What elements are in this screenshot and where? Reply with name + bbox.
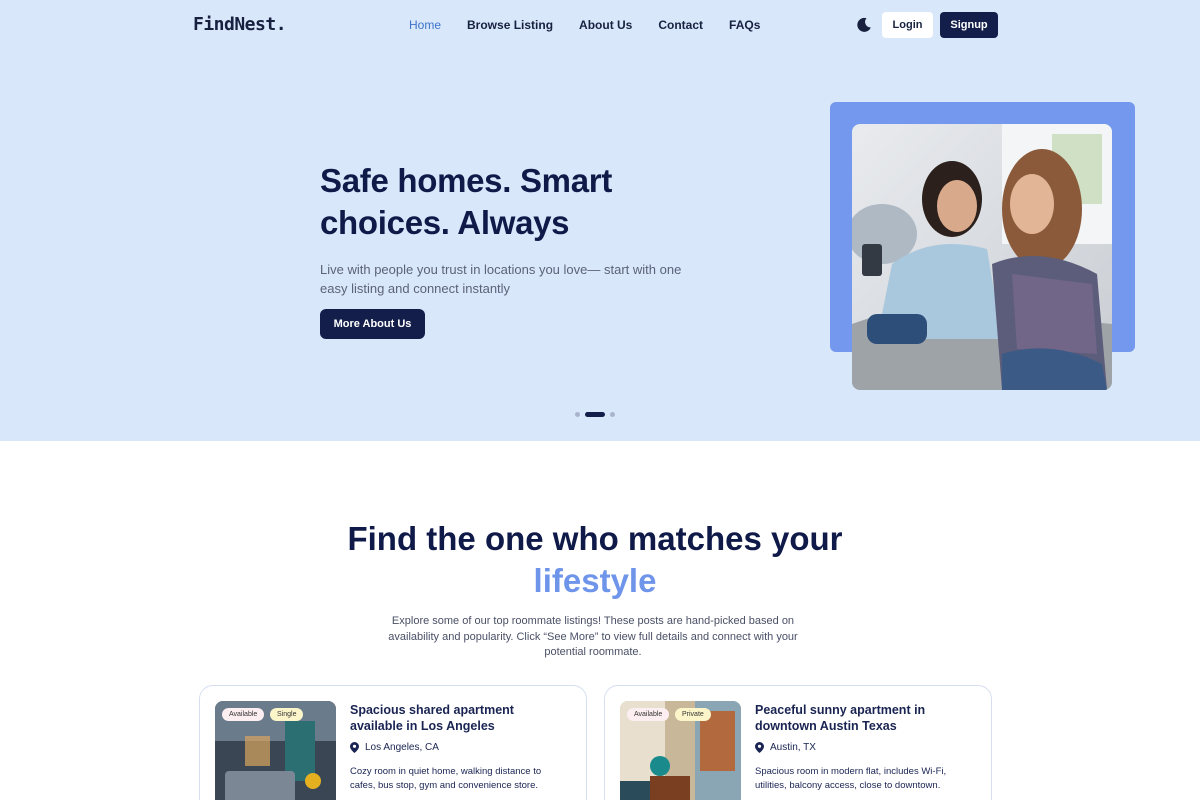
signup-button[interactable]: Signup bbox=[940, 12, 998, 38]
listing-description: Spacious room in modern flat, includes W… bbox=[755, 766, 947, 791]
section-title-accent: lifestyle bbox=[533, 562, 657, 599]
type-badge: Single bbox=[270, 708, 304, 721]
carousel-dot-1[interactable] bbox=[575, 412, 580, 417]
listing-title[interactable]: Peaceful sunny apartment in downtown Aus… bbox=[755, 702, 975, 734]
hero-photo bbox=[852, 124, 1112, 390]
nav-link-home[interactable]: Home bbox=[409, 18, 441, 32]
carousel-dot-2[interactable] bbox=[585, 412, 605, 417]
login-button[interactable]: Login bbox=[882, 12, 933, 38]
nav-link-about-us[interactable]: About Us bbox=[579, 18, 632, 32]
section-title: Find the one who matches your lifestyle bbox=[300, 518, 890, 602]
section-description: Explore some of our top roommate listing… bbox=[388, 615, 798, 658]
listing-location-text: Los Angeles, CA bbox=[365, 742, 439, 753]
nav-links: Home Browse Listing About Us Contact FAQ… bbox=[409, 18, 786, 32]
moon-icon[interactable] bbox=[856, 17, 872, 33]
listing-description: Cozy room in quiet home, walking distanc… bbox=[350, 766, 542, 791]
carousel-dot-3[interactable] bbox=[610, 412, 615, 417]
nav-link-browse-listing[interactable]: Browse Listing bbox=[467, 18, 553, 32]
listing-photo[interactable]: Available Single bbox=[215, 701, 336, 800]
nav-link-faqs[interactable]: FAQs bbox=[729, 18, 760, 32]
status-badge: Available bbox=[222, 708, 265, 721]
logo[interactable]: FindNest. bbox=[193, 14, 287, 35]
nav-link-contact[interactable]: Contact bbox=[658, 18, 703, 32]
carousel-dots bbox=[575, 412, 615, 417]
type-badge: Private bbox=[675, 708, 711, 721]
listing-card[interactable]: Available Private Peaceful sunny apartme… bbox=[604, 685, 992, 800]
listing-location: Los Angeles, CA bbox=[350, 742, 439, 753]
listing-title[interactable]: Spacious shared apartment available in L… bbox=[350, 702, 570, 734]
listing-card[interactable]: Available Single Spacious shared apartme… bbox=[199, 685, 587, 800]
location-pin-icon bbox=[350, 742, 359, 753]
more-about-us-button[interactable]: More About Us bbox=[320, 309, 425, 339]
section-title-main: Find the one who matches your bbox=[347, 520, 843, 557]
hero-section: FindNest. Home Browse Listing About Us C… bbox=[0, 0, 1200, 441]
listing-photo[interactable]: Available Private bbox=[620, 701, 741, 800]
top-navbar: FindNest. Home Browse Listing About Us C… bbox=[0, 0, 1200, 50]
hero-title: Safe homes. Smart choices. Always bbox=[320, 162, 613, 241]
location-pin-icon bbox=[755, 742, 764, 753]
listing-location: Austin, TX bbox=[755, 742, 816, 753]
hero-subtitle: Live with people you trust in locations … bbox=[320, 262, 682, 296]
listing-location-text: Austin, TX bbox=[770, 742, 816, 753]
status-badge: Available bbox=[627, 708, 670, 721]
